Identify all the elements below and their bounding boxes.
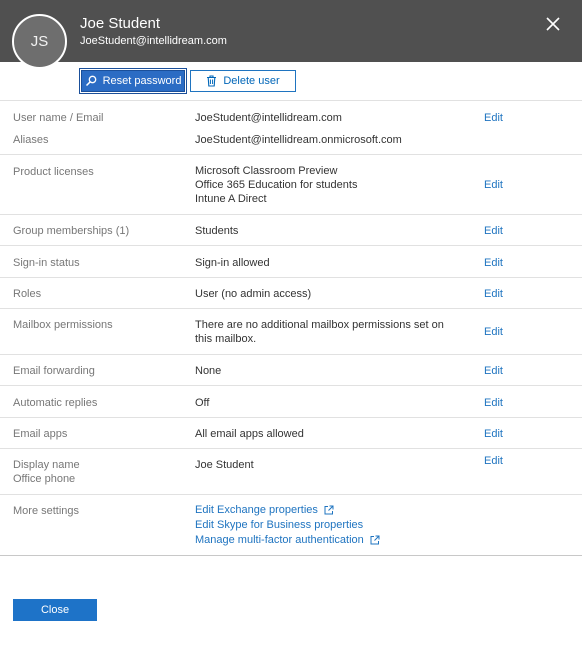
edit-forwarding-link[interactable]: Edit [484, 364, 503, 378]
forwarding-label: Email forwarding [13, 365, 95, 377]
row-apps: Email apps All email apps allowed Edit [0, 418, 582, 449]
mfa-link-text: Manage multi-factor authentication [195, 534, 364, 546]
edit-apps-link[interactable]: Edit [484, 427, 503, 441]
mailbox-label: Mailbox permissions [13, 319, 113, 331]
license-item: Intune A Direct [195, 193, 267, 205]
panel-header: JS Joe Student JoeStudent@intellidream.c… [0, 0, 582, 69]
apps-label: Email apps [13, 428, 68, 440]
edit-mailbox-link[interactable]: Edit [484, 325, 503, 339]
mailbox-value: this mailbox. [195, 333, 257, 345]
edit-groups-link[interactable]: Edit [484, 224, 503, 238]
more-settings-label: More settings [13, 505, 80, 517]
footer-divider [0, 555, 582, 556]
display-name-label: Display name [13, 459, 80, 471]
edit-replies-link[interactable]: Edit [484, 396, 503, 410]
external-link-icon [324, 505, 334, 515]
user-email: JoeStudent@intellidream.com [80, 35, 227, 47]
mailbox-value: There are no additional mailbox permissi… [195, 319, 444, 331]
more-settings-links: Edit Exchange properties Edit Skype for … [195, 503, 380, 548]
delete-user-label: Delete user [223, 75, 280, 87]
edit-roles-link[interactable]: Edit [484, 287, 503, 301]
reset-password-label: Reset password [102, 75, 182, 87]
trash-icon [207, 75, 217, 87]
avatar: JS [12, 14, 67, 69]
roles-value: User (no admin access) [195, 288, 312, 300]
signin-value: Sign-in allowed [195, 257, 270, 269]
aliases-label: Aliases [13, 134, 49, 146]
edit-username-link[interactable]: Edit [484, 111, 503, 125]
row-groups: Group memberships (1) Students Edit [0, 215, 582, 246]
aliases-value: JoeStudent@intellidream.onmicrosoft.com [195, 134, 402, 146]
close-icon[interactable] [544, 15, 562, 33]
exchange-link-text: Edit Exchange properties [195, 504, 318, 516]
row-display-name: Display name Office phone Joe Student Ed… [0, 449, 582, 495]
key-search-icon [85, 75, 96, 87]
user-display-name: Joe Student [80, 15, 161, 32]
office-phone-label: Office phone [13, 473, 76, 485]
row-forwarding: Email forwarding None Edit [0, 355, 582, 386]
row-licenses: Product licenses Microsoft Classroom Pre… [0, 155, 582, 215]
groups-label: Group memberships (1) [13, 225, 130, 237]
roles-label: Roles [13, 288, 42, 300]
edit-display-name-link[interactable]: Edit [484, 454, 503, 468]
row-replies: Automatic replies Off Edit [0, 386, 582, 418]
groups-value: Students [195, 225, 239, 237]
display-name-value: Joe Student [195, 459, 254, 471]
edit-exchange-properties-link[interactable]: Edit Exchange properties [195, 503, 380, 518]
skype-link-text: Edit Skype for Business properties [195, 519, 364, 531]
delete-user-button[interactable]: Delete user [190, 70, 296, 92]
edit-skype-properties-link[interactable]: Edit Skype for Business properties [195, 518, 380, 533]
username-value: JoeStudent@intellidream.com [195, 112, 342, 124]
license-item: Microsoft Classroom Preview [195, 165, 338, 177]
reset-password-button[interactable]: Reset password [79, 68, 187, 94]
replies-label: Automatic replies [13, 397, 98, 409]
close-button[interactable]: Close [13, 599, 97, 621]
manage-mfa-link[interactable]: Manage multi-factor authentication [195, 533, 380, 548]
row-more-settings: More settings Edit Exchange properties E… [0, 495, 582, 553]
licenses-label: Product licenses [13, 166, 94, 178]
username-label: User name / Email [13, 112, 104, 124]
row-roles: Roles User (no admin access) Edit [0, 278, 582, 309]
license-item: Office 365 Education for students [195, 179, 358, 191]
forwarding-value: None [195, 365, 222, 377]
replies-value: Off [195, 397, 210, 409]
row-mailbox: Mailbox permissions There are no additio… [0, 309, 582, 355]
edit-signin-link[interactable]: Edit [484, 256, 503, 270]
apps-value: All email apps allowed [195, 428, 304, 440]
edit-licenses-link[interactable]: Edit [484, 178, 503, 192]
signin-label: Sign-in status [13, 257, 80, 269]
external-link-icon [370, 535, 380, 545]
row-signin: Sign-in status Sign-in allowed Edit [0, 246, 582, 278]
row-username: User name / Email JoeStudent@intellidrea… [0, 101, 582, 155]
